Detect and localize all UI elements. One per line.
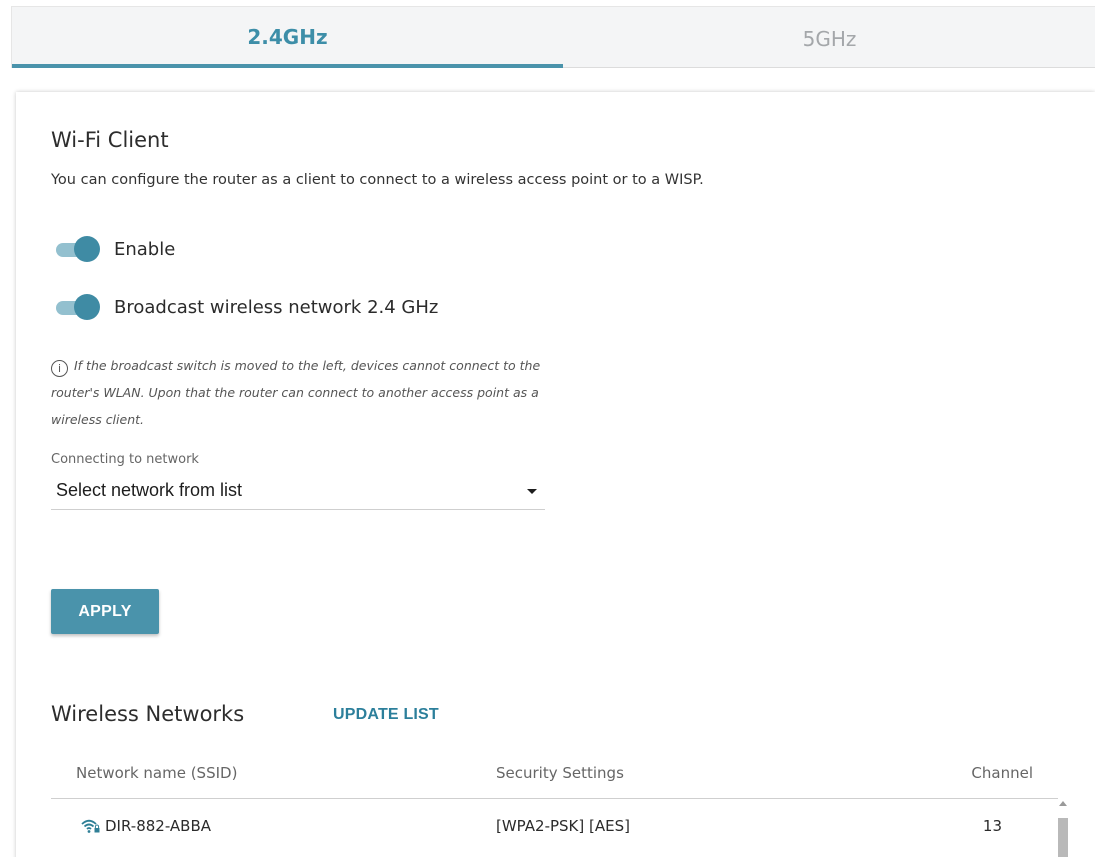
chevron-down-icon	[527, 489, 537, 494]
scroll-up-arrow[interactable]	[1059, 801, 1067, 806]
section-title: Wi-Fi Client	[51, 128, 169, 152]
table-header: Network name (SSID) Security Settings Ch…	[51, 752, 1058, 799]
broadcast-toggle[interactable]	[54, 294, 100, 320]
ssid-cell: DIR-882-ABBA	[81, 817, 211, 835]
wifi-client-card: Wi-Fi Client You can configure the route…	[16, 92, 1095, 857]
table-scrollbar[interactable]	[1056, 797, 1070, 857]
update-list-button[interactable]: UPDATE LIST	[333, 706, 439, 724]
section-description: You can configure the router as a client…	[51, 172, 704, 188]
enable-label: Enable	[114, 238, 176, 260]
page: 2.4GHz 5GHz Wi-Fi Client You can configu…	[0, 0, 1095, 857]
column-security: Security Settings	[496, 764, 624, 782]
broadcast-row: Broadcast wireless network 2.4 GHz	[54, 294, 438, 320]
broadcast-info: i If the broadcast switch is moved to the…	[51, 352, 571, 433]
tab-2-4ghz[interactable]: 2.4GHz	[12, 7, 563, 68]
enable-toggle[interactable]	[54, 236, 100, 262]
enable-row: Enable	[54, 236, 175, 262]
info-text: If the broadcast switch is moved to the …	[51, 358, 541, 427]
security-cell: [WPA2-PSK] [AES]	[496, 817, 630, 835]
channel-cell: 13	[982, 817, 1002, 835]
column-ssid: Network name (SSID)	[76, 764, 238, 782]
band-tabs: 2.4GHz 5GHz	[11, 6, 1095, 68]
wireless-networks-table: Network name (SSID) Security Settings Ch…	[51, 752, 1058, 857]
toggle-knob	[74, 294, 100, 320]
network-select[interactable]: Select network from list	[51, 472, 545, 510]
info-icon: i	[51, 360, 68, 377]
column-channel: Channel	[971, 764, 1033, 782]
table-row[interactable]: DIR-882-ABBA [WPA2-PSK] [AES] 13	[51, 799, 1058, 857]
network-select-label: Connecting to network	[51, 452, 199, 467]
apply-button[interactable]: APPLY	[51, 589, 159, 634]
tab-5ghz[interactable]: 5GHz	[563, 7, 1095, 68]
wifi-lock-icon	[81, 819, 100, 833]
network-select-value: Select network from list	[56, 480, 243, 500]
broadcast-label: Broadcast wireless network 2.4 GHz	[114, 296, 439, 318]
wireless-networks-title: Wireless Networks	[51, 702, 245, 726]
scroll-thumb[interactable]	[1058, 818, 1068, 857]
ssid-text: DIR-882-ABBA	[105, 817, 212, 835]
toggle-knob	[74, 236, 100, 262]
